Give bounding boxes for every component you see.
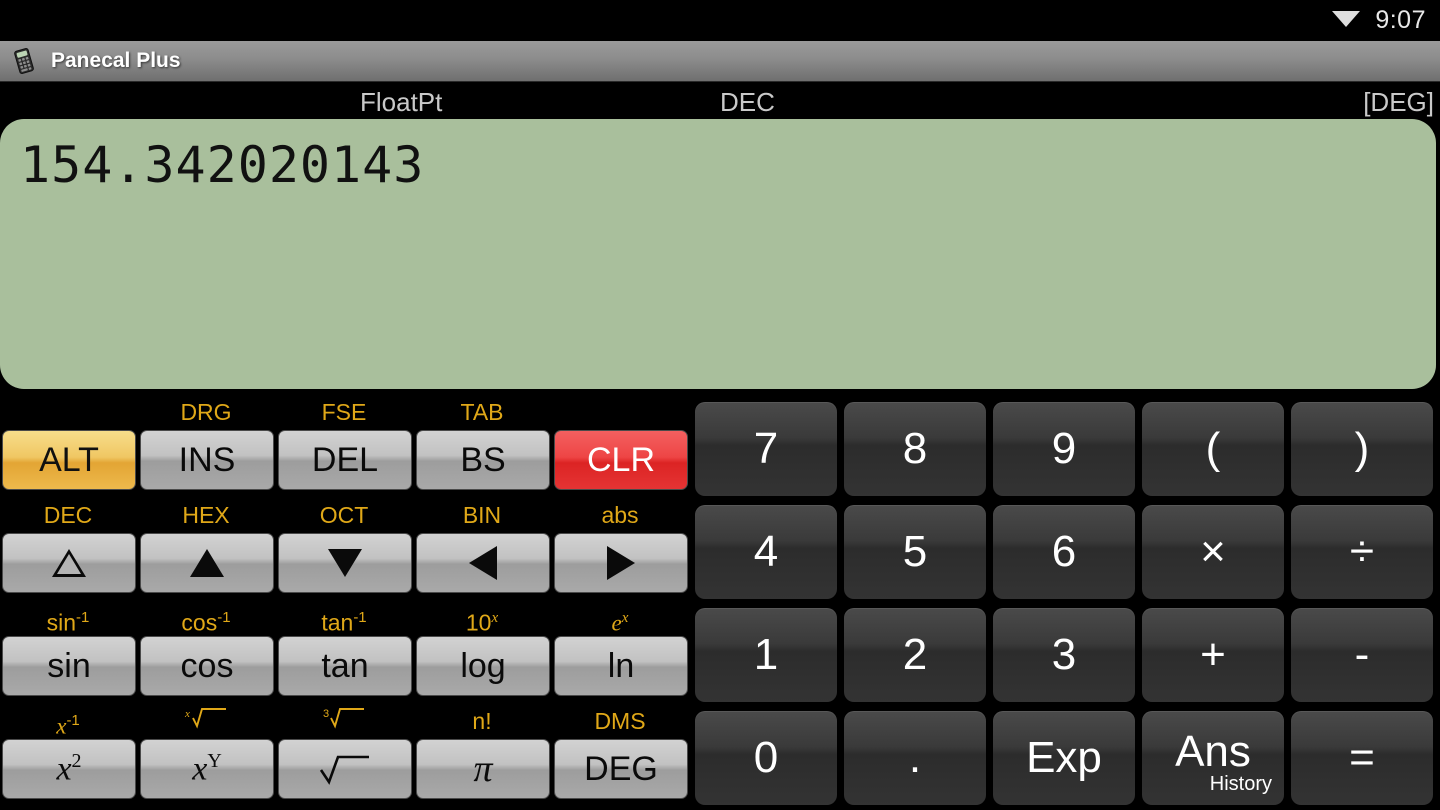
function-keypad: ALT DRG INS FSE DEL TAB BS CLR DEC HEX O… bbox=[0, 396, 692, 810]
alt-label-bin: BIN bbox=[462, 502, 502, 528]
key-decimal-point[interactable]: . bbox=[844, 711, 986, 805]
xth-root-icon: x bbox=[184, 708, 226, 729]
status-bar: 9:07 bbox=[0, 0, 1440, 41]
square-key[interactable]: x2 bbox=[2, 739, 136, 799]
key-8[interactable]: 8 bbox=[844, 402, 986, 496]
cursor-up-key[interactable] bbox=[140, 533, 274, 593]
alt-key[interactable]: ALT bbox=[2, 430, 136, 490]
alt-label-asin: sin-1 bbox=[46, 609, 90, 636]
number-base-label: DEC bbox=[720, 87, 775, 117]
cube-root-icon: 3 bbox=[323, 708, 364, 729]
key-exp[interactable]: Exp bbox=[993, 711, 1135, 805]
key-ans-label: Ans bbox=[1175, 727, 1251, 776]
x-to-the-y-glyph: xY bbox=[192, 749, 222, 788]
cursor-down-key[interactable] bbox=[278, 533, 412, 593]
key-close-paren[interactable]: ) bbox=[1291, 402, 1433, 496]
square-root-icon bbox=[319, 755, 369, 785]
del-key[interactable]: DEL bbox=[278, 430, 412, 490]
alt-label-drg: DRG bbox=[180, 399, 232, 425]
notation-mode-label: FloatPt bbox=[360, 87, 443, 117]
deg-key[interactable]: DEG bbox=[554, 739, 688, 799]
numeric-row-1: 7 8 9 ( ) bbox=[695, 400, 1440, 503]
wifi-icon bbox=[1331, 7, 1361, 34]
key-1[interactable]: 1 bbox=[695, 608, 837, 702]
alt-label-ten-pow-x: 10x bbox=[465, 609, 499, 636]
x-squared-glyph: x2 bbox=[56, 749, 82, 788]
alt-label-factorial: n! bbox=[472, 708, 492, 734]
function-row-1: ALT DRG INS FSE DEL TAB BS CLR bbox=[0, 396, 692, 499]
pi-glyph: π bbox=[473, 748, 493, 790]
function-row-2: DEC HEX OCT BIN abs bbox=[0, 499, 692, 602]
key-ans-history-sublabel: History bbox=[1209, 773, 1272, 795]
function-row-4: x-1 x2 x xY 3 n! π DMS DEG bbox=[0, 705, 692, 808]
key-5[interactable]: 5 bbox=[844, 505, 986, 599]
numeric-keypad: 7 8 9 ( ) 4 5 6 × ÷ 1 2 3 + - 0 . Exp An… bbox=[695, 400, 1440, 810]
title-bar: Panecal Plus bbox=[0, 41, 1440, 82]
ins-key[interactable]: INS bbox=[140, 430, 274, 490]
key-3[interactable]: 3 bbox=[993, 608, 1135, 702]
alt-label-dec: DEC bbox=[43, 502, 93, 528]
numeric-row-2: 4 5 6 × ÷ bbox=[695, 503, 1440, 606]
angle-mode-label: [DEG] bbox=[1363, 87, 1434, 117]
triangle-up-icon bbox=[190, 549, 224, 577]
key-divide[interactable]: ÷ bbox=[1291, 505, 1433, 599]
alt-label-hex: HEX bbox=[182, 502, 230, 528]
svg-text:3: 3 bbox=[323, 708, 329, 720]
display-status-header: FloatPt DEC [DEG] bbox=[0, 84, 1440, 120]
numeric-row-4: 0 . Exp Ans History = bbox=[695, 709, 1440, 810]
svg-text:x: x bbox=[184, 708, 190, 720]
log-key[interactable]: log bbox=[416, 636, 550, 696]
key-equals[interactable]: = bbox=[1291, 711, 1433, 805]
power-key[interactable]: xY bbox=[140, 739, 274, 799]
ln-key[interactable]: ln bbox=[554, 636, 688, 696]
alt-label-fse: FSE bbox=[321, 399, 367, 425]
key-ans[interactable]: Ans History bbox=[1142, 711, 1284, 805]
numeric-row-3: 1 2 3 + - bbox=[695, 606, 1440, 709]
alt-label-oct: OCT bbox=[319, 502, 369, 528]
alt-label-e-pow-x: ex bbox=[611, 610, 629, 636]
key-minus[interactable]: - bbox=[1291, 608, 1433, 702]
triangle-right-icon bbox=[607, 546, 635, 580]
key-7[interactable]: 7 bbox=[695, 402, 837, 496]
app-title: Panecal Plus bbox=[51, 49, 181, 72]
calculator-display[interactable]: 154.342020143 bbox=[0, 119, 1436, 389]
function-row-3: sin-1 sin cos-1 cos tan-1 tan 10x log ex… bbox=[0, 602, 692, 705]
clr-key[interactable]: CLR bbox=[554, 430, 688, 490]
cursor-right-key[interactable] bbox=[554, 533, 688, 593]
key-plus[interactable]: + bbox=[1142, 608, 1284, 702]
cos-key[interactable]: cos bbox=[140, 636, 274, 696]
bs-key[interactable]: BS bbox=[416, 430, 550, 490]
calculator-app-icon bbox=[10, 47, 38, 75]
alt-label-cube-root: 3 bbox=[276, 705, 412, 737]
key-multiply[interactable]: × bbox=[1142, 505, 1284, 599]
key-0[interactable]: 0 bbox=[695, 711, 837, 805]
cursor-up-hollow-key[interactable] bbox=[2, 533, 136, 593]
key-open-paren[interactable]: ( bbox=[1142, 402, 1284, 496]
calculator-app-window: 9:07 Panecal Plus FloatPt DEC [DEG] 154.… bbox=[0, 0, 1440, 810]
tan-key[interactable]: tan bbox=[278, 636, 412, 696]
triangle-up-hollow-icon bbox=[52, 549, 86, 577]
triangle-down-icon bbox=[328, 549, 362, 577]
alt-label-dms: DMS bbox=[594, 708, 646, 734]
alt-label-abs: abs bbox=[601, 502, 639, 528]
alt-label-alt bbox=[0, 396, 136, 428]
alt-label-acos: cos-1 bbox=[181, 609, 231, 636]
status-bar-clock: 9:07 bbox=[1375, 6, 1426, 34]
alt-label-xth-root: x bbox=[138, 705, 274, 737]
sin-key[interactable]: sin bbox=[2, 636, 136, 696]
cursor-left-key[interactable] bbox=[416, 533, 550, 593]
triangle-left-icon bbox=[469, 546, 497, 580]
key-6[interactable]: 6 bbox=[993, 505, 1135, 599]
key-2[interactable]: 2 bbox=[844, 608, 986, 702]
alt-label-reciprocal: x-1 bbox=[56, 712, 80, 739]
key-9[interactable]: 9 bbox=[993, 402, 1135, 496]
sqrt-key[interactable] bbox=[278, 739, 412, 799]
alt-label-clr bbox=[552, 396, 688, 428]
display-value: 154.342020143 bbox=[20, 136, 425, 194]
pi-key[interactable]: π bbox=[416, 739, 550, 799]
key-4[interactable]: 4 bbox=[695, 505, 837, 599]
alt-label-tab: TAB bbox=[460, 399, 504, 425]
alt-label-atan: tan-1 bbox=[321, 609, 367, 636]
